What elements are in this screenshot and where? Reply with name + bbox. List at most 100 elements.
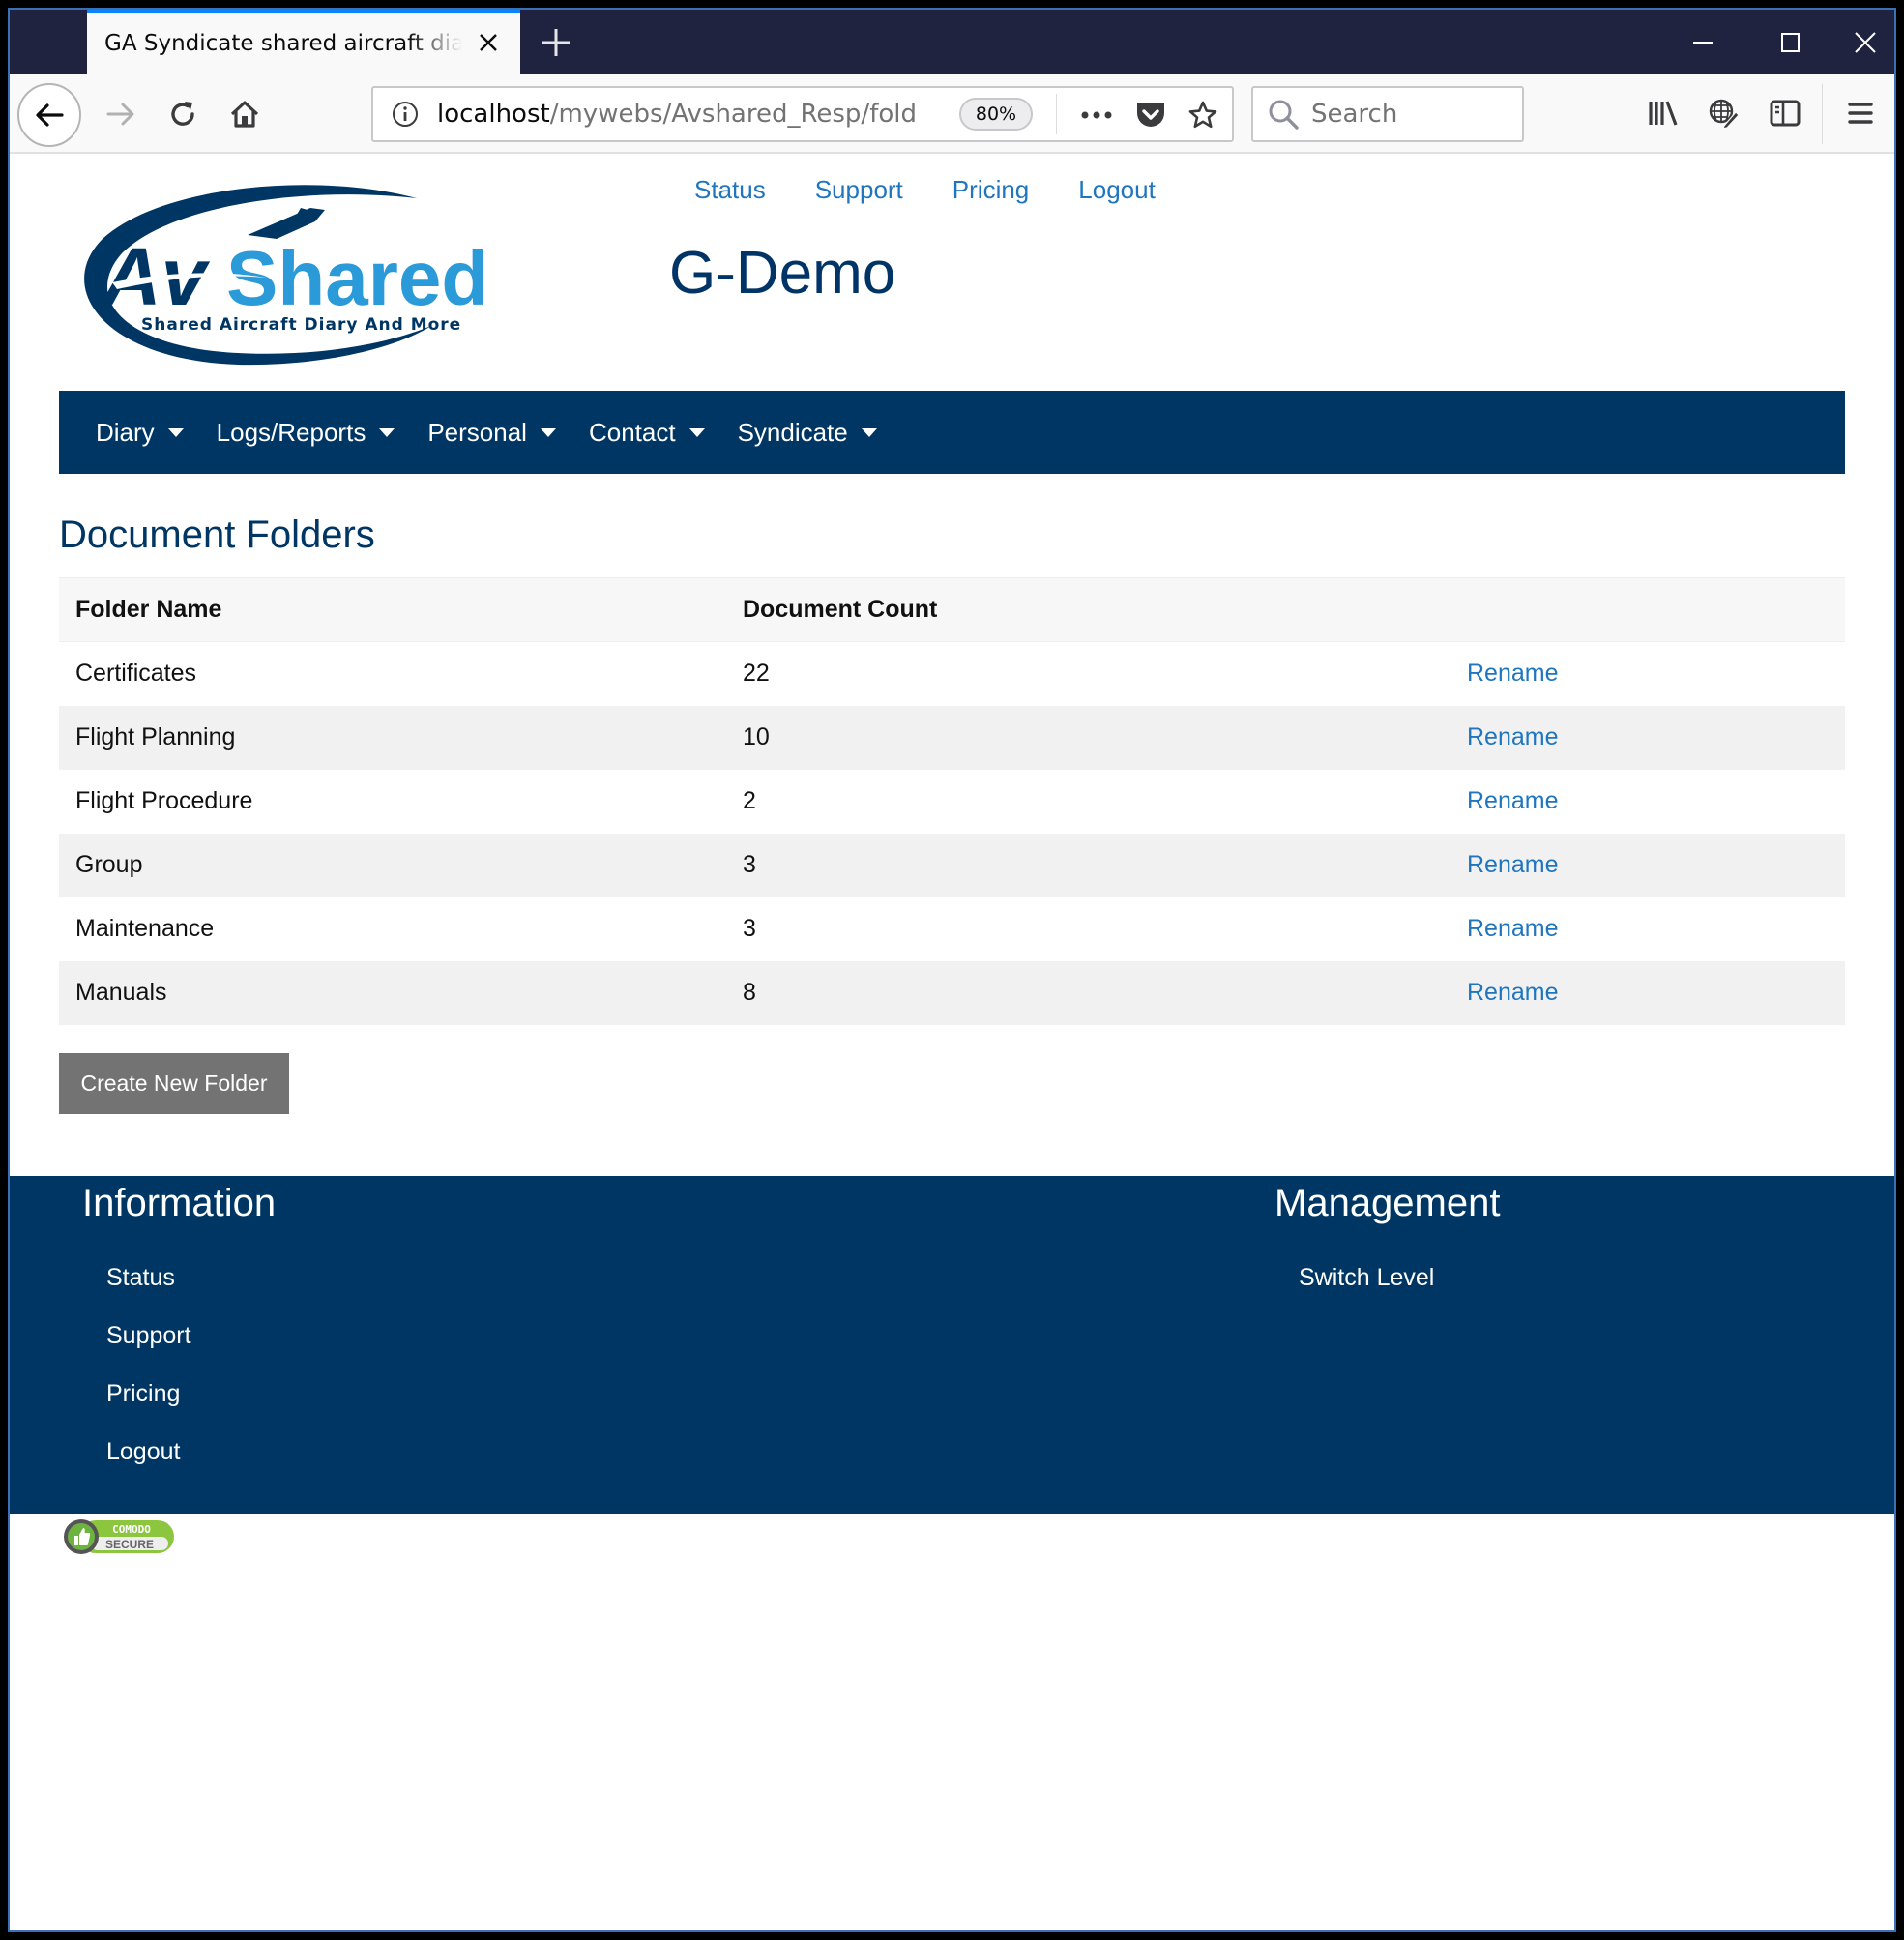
toolbar-separator — [1822, 84, 1823, 144]
footer-heading-information: Information — [82, 1182, 277, 1224]
folder-name: Flight Procedure — [59, 769, 726, 834]
tab-close-icon[interactable] — [476, 30, 501, 55]
window-close-icon[interactable] — [1836, 23, 1894, 62]
footer-link-support[interactable]: Support — [106, 1307, 276, 1365]
site-footer: Information Status Support Pricing Logou… — [10, 1176, 1894, 1514]
folder-name: Flight Planning — [59, 705, 726, 770]
table-row: Manuals 8 Rename — [59, 960, 1845, 1025]
tab-title: GA Syndicate shared aircraft diary b — [104, 31, 462, 56]
document-count: 22 — [726, 641, 1450, 706]
table-row: Flight Procedure 2 Rename — [59, 769, 1845, 834]
footer-link-status[interactable]: Status — [106, 1249, 276, 1307]
document-count: 3 — [726, 833, 1450, 897]
rename-link[interactable]: Rename — [1467, 979, 1559, 1006]
url-host: localhost — [437, 100, 550, 129]
document-count: 2 — [726, 769, 1450, 834]
browser-tab-active[interactable]: GA Syndicate shared aircraft diary b — [87, 10, 520, 74]
table-row: Certificates 22 Rename — [59, 641, 1845, 706]
url-bar-separator — [1056, 94, 1057, 134]
browser-window: GA Syndicate shared aircraft diary b — [8, 8, 1896, 1932]
pocket-icon[interactable] — [1133, 98, 1168, 132]
folders-table: Folder Name Document Count Certificates … — [59, 577, 1845, 1025]
avshared-logo[interactable]: Av Shared Shared Aircraft Diary And More — [73, 181, 489, 374]
page-actions-more-icon[interactable] — [1079, 98, 1114, 132]
footer-information: Information Status Support Pricing Logou… — [82, 1176, 276, 1481]
logo-brand-shared: Shared — [226, 235, 488, 321]
folder-name: Maintenance — [59, 897, 726, 961]
comodo-secure-badge[interactable]: COMODO SECURE — [62, 1516, 178, 1557]
section-title: Document Folders — [59, 514, 375, 556]
rename-link[interactable]: Rename — [1467, 660, 1559, 687]
rename-link[interactable]: Rename — [1467, 915, 1559, 942]
nav-item-personal[interactable]: Personal — [427, 418, 556, 448]
nav-item-label: Diary — [96, 417, 155, 447]
nav-item-label: Contact — [588, 417, 676, 447]
zoom-level-badge[interactable]: 80% — [959, 98, 1033, 131]
caret-down-icon — [167, 427, 184, 437]
column-header-folder-name: Folder Name — [59, 577, 726, 642]
reload-button[interactable] — [159, 90, 207, 138]
footer-link-logout[interactable]: Logout — [106, 1423, 276, 1481]
web-page: Av Shared Shared Aircraft Diary And More… — [10, 156, 1894, 1930]
rename-link[interactable]: Rename — [1467, 851, 1559, 878]
browser-search-input[interactable] — [1311, 100, 1505, 129]
info-icon[interactable] — [391, 100, 420, 129]
browser-search-box[interactable] — [1251, 86, 1524, 142]
footer-heading-management: Management — [1274, 1182, 1501, 1224]
document-count: 10 — [726, 705, 1450, 770]
tab-bar: GA Syndicate shared aircraft diary b — [10, 10, 1894, 74]
bookmark-star-icon[interactable] — [1186, 98, 1220, 132]
back-button[interactable] — [17, 83, 81, 147]
top-links: Status Support Pricing Logout — [694, 175, 1205, 205]
minimize-icon[interactable] — [1684, 23, 1722, 62]
table-row: Maintenance 3 Rename — [59, 897, 1845, 961]
caret-down-icon — [861, 427, 877, 437]
nav-item-diary[interactable]: Diary — [96, 418, 184, 448]
arrow-left-icon — [36, 103, 64, 127]
globe-pencil-icon[interactable] — [1704, 94, 1743, 132]
main-nav: Diary Logs/Reports Personal Contact Synd… — [59, 391, 1845, 474]
home-button[interactable] — [220, 90, 269, 138]
rename-link[interactable]: Rename — [1467, 723, 1559, 750]
arrow-right-icon — [106, 103, 134, 126]
forward-button[interactable] — [97, 90, 145, 138]
caret-down-icon — [379, 427, 395, 437]
search-icon — [1269, 100, 1299, 130]
table-row: Flight Planning 10 Rename — [59, 705, 1845, 770]
document-count: 3 — [726, 897, 1450, 961]
reload-icon — [171, 102, 194, 126]
nav-item-contact[interactable]: Contact — [589, 418, 705, 448]
nav-item-label: Logs/Reports — [216, 417, 366, 447]
library-icon[interactable] — [1644, 94, 1683, 132]
maximize-icon[interactable] — [1771, 23, 1809, 62]
create-new-folder-button[interactable]: Create New Folder — [59, 1053, 289, 1114]
footer-link-switch-level[interactable]: Switch Level — [1299, 1249, 1500, 1307]
hamburger-menu-icon[interactable] — [1841, 94, 1880, 132]
caret-down-icon — [540, 427, 556, 437]
site-title: G-Demo — [669, 240, 896, 307]
folder-name: Certificates — [59, 641, 726, 706]
badge-line1: COMODO — [112, 1523, 151, 1536]
footer-management: Management Switch Level — [1274, 1176, 1500, 1307]
table-row: Group 3 Rename — [59, 833, 1845, 897]
footer-link-pricing[interactable]: Pricing — [106, 1365, 276, 1423]
nav-item-label: Syndicate — [737, 417, 848, 447]
top-link-support[interactable]: Support — [815, 175, 903, 205]
nav-item-logs-reports[interactable]: Logs/Reports — [217, 418, 395, 448]
top-link-status[interactable]: Status — [694, 175, 766, 205]
column-header-document-count: Document Count — [726, 577, 1450, 642]
sidebar-toggle-icon[interactable] — [1766, 94, 1804, 132]
nav-item-label: Personal — [427, 417, 527, 447]
badge-line2: SECURE — [105, 1538, 154, 1551]
navigation-toolbar: localhost/mywebs/Avshared_Resp/fold 80% — [10, 74, 1894, 154]
document-count: 8 — [726, 960, 1450, 1025]
top-link-logout[interactable]: Logout — [1078, 175, 1156, 205]
rename-link[interactable]: Rename — [1467, 787, 1559, 814]
home-icon — [230, 101, 259, 128]
logo-tagline: Shared Aircraft Diary And More — [141, 315, 461, 335]
nav-item-syndicate[interactable]: Syndicate — [738, 418, 877, 448]
url-text[interactable]: localhost/mywebs/Avshared_Resp/fold — [437, 100, 940, 129]
new-tab-plus-icon[interactable] — [537, 23, 575, 62]
url-bar[interactable]: localhost/mywebs/Avshared_Resp/fold 80% — [371, 86, 1234, 142]
top-link-pricing[interactable]: Pricing — [952, 175, 1029, 205]
